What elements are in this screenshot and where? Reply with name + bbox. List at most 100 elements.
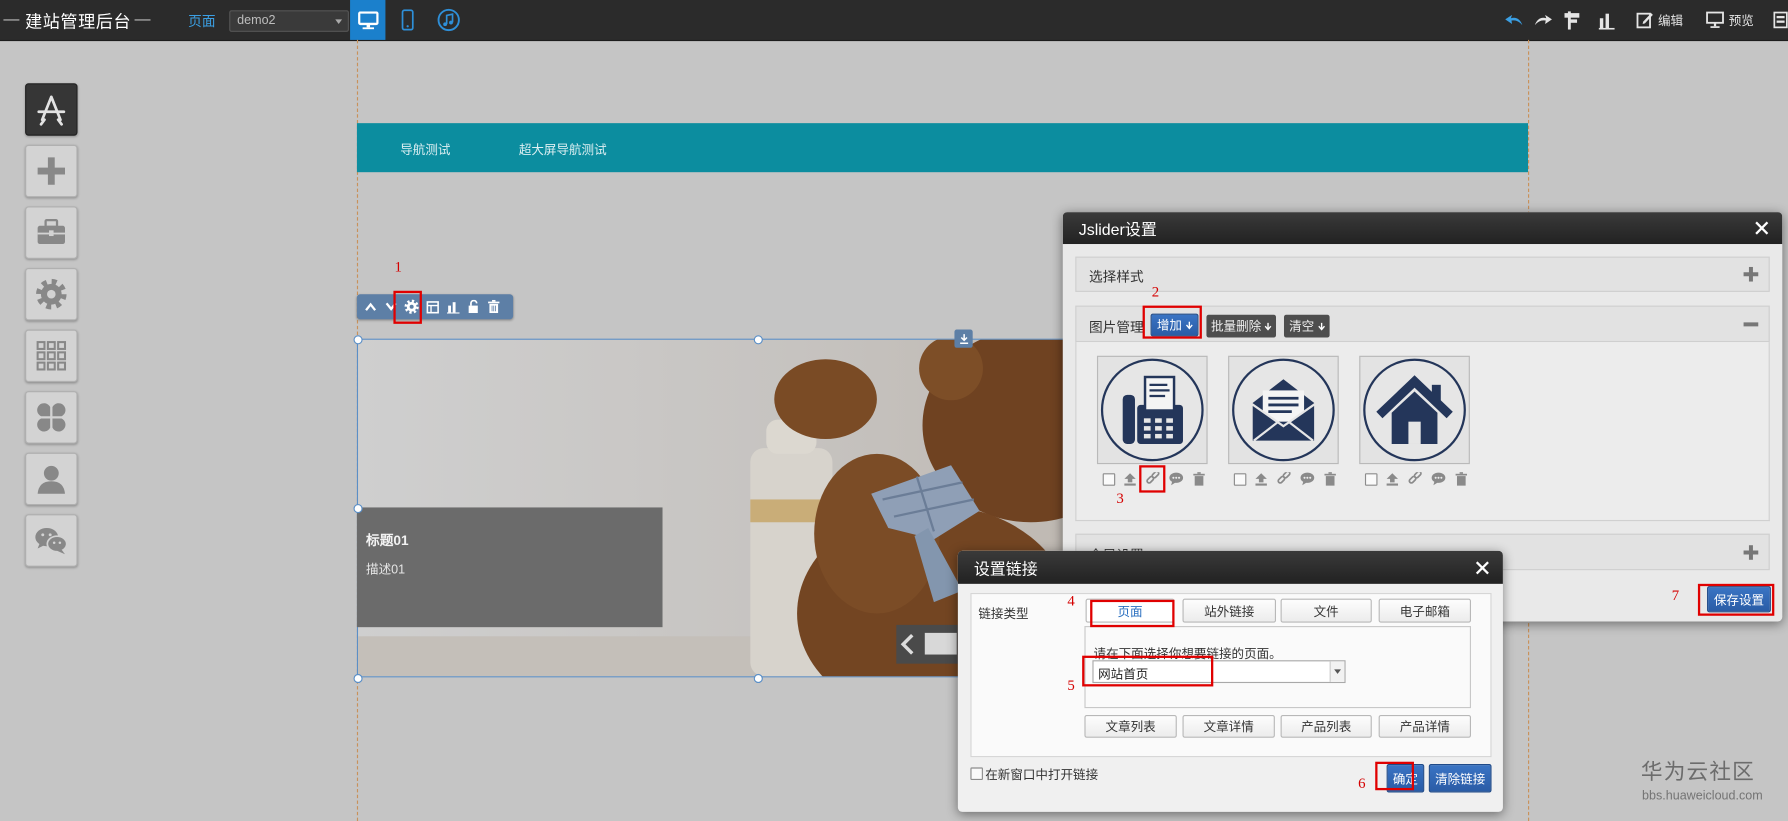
page-select-value: demo2 <box>237 13 276 28</box>
edit-button[interactable]: 编辑 <box>1636 10 1683 29</box>
tab-label: 电子邮箱 <box>1399 604 1450 619</box>
resize-handle[interactable] <box>353 673 363 684</box>
anchor-button[interactable] <box>954 329 973 348</box>
tab-email[interactable]: 电子邮箱 <box>1378 598 1471 623</box>
close-icon[interactable] <box>1475 561 1490 575</box>
quick-button-label: 产品列表 <box>1301 720 1352 735</box>
music-circle-icon <box>437 8 460 32</box>
step-number: 2 <box>1151 282 1160 300</box>
image-select-checkbox[interactable] <box>1232 471 1248 487</box>
checkbox[interactable] <box>1364 472 1377 486</box>
preview-button[interactable]: 预览 <box>1706 10 1754 29</box>
clear-link-label: 清除链接 <box>1435 772 1486 787</box>
image-select-checkbox[interactable] <box>1100 471 1116 487</box>
layout-icon <box>1773 11 1788 29</box>
wechat-button[interactable] <box>25 514 78 567</box>
caption-button[interactable] <box>1430 471 1446 487</box>
page-select[interactable]: demo2 <box>229 10 349 32</box>
upload-button[interactable] <box>1122 471 1138 487</box>
resize-handle[interactable] <box>753 335 763 345</box>
gear-icon <box>36 278 67 310</box>
slider-prev-button[interactable] <box>896 624 958 664</box>
move-up-button[interactable] <box>360 294 381 319</box>
desktop-icon <box>357 10 379 29</box>
highlight-box <box>1142 305 1202 339</box>
set-link-button[interactable] <box>1407 471 1423 487</box>
tab-file[interactable]: 文件 <box>1280 598 1372 623</box>
upload-button[interactable] <box>1253 471 1269 487</box>
member-button[interactable] <box>25 452 78 506</box>
product-detail-button[interactable]: 产品详情 <box>1378 714 1471 738</box>
nav-item[interactable]: 超大屏导航测试 <box>519 140 607 158</box>
resize-handle[interactable] <box>353 504 363 514</box>
link-icon <box>1408 472 1422 484</box>
layout-button[interactable] <box>1773 10 1788 29</box>
mobile-view-button[interactable] <box>392 0 422 40</box>
top-bar: 建站管理后台 页面 demo2 编辑 预览 <box>0 0 1788 42</box>
briefcase-icon <box>37 218 65 245</box>
unlock-icon <box>468 299 478 314</box>
slider-pager[interactable] <box>924 632 957 655</box>
chevron-down-icon[interactable] <box>1329 661 1345 682</box>
clear-link-button[interactable]: 清除链接 <box>1428 764 1492 793</box>
slide-caption: 标题01 描述01 <box>356 507 663 628</box>
section-style[interactable]: 选择样式 <box>1075 256 1770 292</box>
image-select-checkbox[interactable] <box>1363 471 1379 487</box>
tool-button[interactable] <box>1563 10 1580 30</box>
resize-handle[interactable] <box>353 335 363 345</box>
close-icon[interactable] <box>1755 221 1769 235</box>
plus-icon[interactable] <box>1743 266 1759 282</box>
delete-image-button[interactable] <box>1322 471 1338 487</box>
music-button[interactable] <box>432 0 464 40</box>
nav-item[interactable]: 导航测试 <box>400 140 450 158</box>
redo-button[interactable] <box>1534 10 1552 29</box>
article-detail-button[interactable]: 文章详情 <box>1182 714 1275 738</box>
quick-button-label: 文章详情 <box>1203 720 1254 735</box>
minus-icon[interactable] <box>1743 317 1759 332</box>
settings-button[interactable] <box>25 267 78 321</box>
undo-button[interactable] <box>1505 10 1523 29</box>
caption-button[interactable] <box>1168 471 1184 487</box>
chevron-down-icon <box>335 19 343 24</box>
set-link-button[interactable] <box>1276 471 1292 487</box>
module-chart-button[interactable] <box>442 294 463 319</box>
chart-button[interactable] <box>1598 10 1615 30</box>
app-store-button[interactable] <box>25 83 78 136</box>
upload-icon <box>1386 473 1399 486</box>
add-module-button[interactable] <box>25 144 78 198</box>
article-list-button[interactable]: 文章列表 <box>1084 714 1177 738</box>
arrow-down-icon <box>1264 322 1272 331</box>
link-icon <box>1277 472 1291 484</box>
module-layout-button[interactable] <box>422 294 443 319</box>
wechat-icon <box>35 527 68 555</box>
checkbox[interactable] <box>1102 472 1115 486</box>
upload-button[interactable] <box>1384 471 1400 487</box>
product-list-button[interactable]: 产品列表 <box>1280 714 1372 738</box>
checkbox[interactable] <box>1233 472 1246 486</box>
comment-icon <box>1431 472 1445 486</box>
image-thumbnail[interactable] <box>1228 355 1339 465</box>
delete-image-button[interactable] <box>1190 471 1206 487</box>
clear-images-button[interactable]: 清空 <box>1283 314 1330 338</box>
image-thumbnail[interactable] <box>1096 355 1208 465</box>
tab-external-link[interactable]: 站外链接 <box>1182 598 1277 623</box>
batch-delete-button[interactable]: 批量删除 <box>1206 314 1277 338</box>
dialog-header: Jslider设置 <box>1062 212 1783 245</box>
quick-button-label: 产品详情 <box>1399 720 1450 735</box>
image-thumbnail[interactable] <box>1359 355 1470 465</box>
step-number: 3 <box>1116 489 1124 507</box>
delete-image-button[interactable] <box>1453 471 1469 487</box>
module-delete-button[interactable] <box>483 294 504 319</box>
modules-grid-button[interactable] <box>25 329 78 383</box>
desktop-view-button[interactable] <box>350 0 386 40</box>
resize-handle[interactable] <box>753 673 763 684</box>
caption-button[interactable] <box>1299 471 1315 487</box>
step-number: 4 <box>1067 591 1075 609</box>
theme-button[interactable] <box>25 391 78 444</box>
step-number: 1 <box>394 257 402 275</box>
plus-icon[interactable] <box>1743 545 1759 560</box>
toolbox-button[interactable] <box>25 206 78 259</box>
clover-icon <box>37 403 66 432</box>
module-lock-button[interactable] <box>463 294 484 319</box>
new-window-checkbox[interactable] <box>970 767 983 780</box>
